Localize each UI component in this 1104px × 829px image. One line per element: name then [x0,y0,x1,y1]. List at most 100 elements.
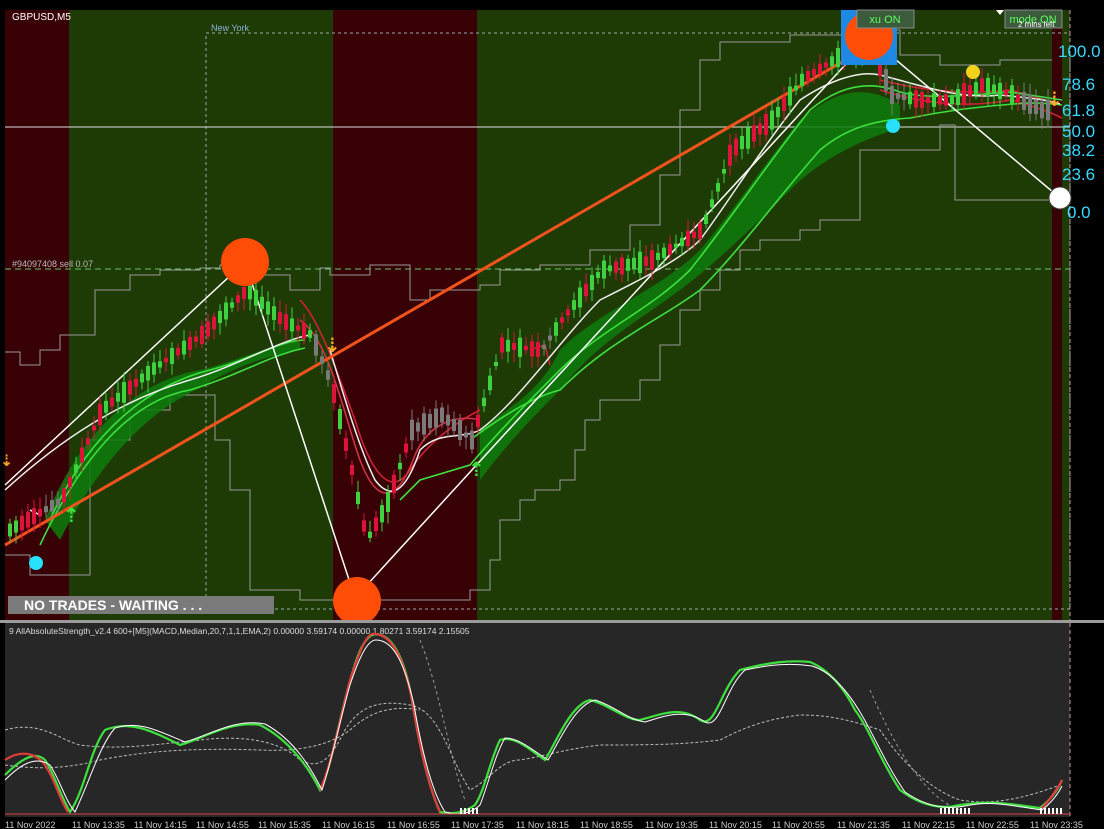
candle [386,492,390,512]
histogram-bar [1060,808,1062,814]
candle [614,261,618,273]
candle [884,69,888,91]
candle [554,322,558,336]
xu-button[interactable]: xu ON [856,9,915,29]
candle [410,419,414,441]
candle [296,325,300,331]
candle [374,517,378,532]
candle [308,330,312,338]
candle [698,223,702,240]
candle [26,511,30,528]
time-tick: 11 Nov 22:15 [902,820,955,829]
indicator-pane[interactable]: 9 AllAbsoluteStrength_v2.4 600+[M5](MACD… [4,623,1071,817]
candle [1010,85,1014,105]
candle [428,413,432,429]
histogram-bar [1040,808,1042,814]
histogram-bar [968,808,970,814]
candle [140,373,144,383]
time-tick: 11 Nov 20:15 [709,820,762,829]
candle [578,287,582,308]
candle [764,113,768,136]
candle [482,397,486,407]
candle [446,414,450,426]
time-tick: 11 Nov 22:55 [966,820,1019,829]
candle [188,336,192,350]
fib-level-label: 38.2 [1062,141,1095,160]
candle [524,345,528,351]
main-chart[interactable]: ⇣ ⇣ ⇣ ⇡ ⇡ GBPUSD,M5 New York #94097408 s… [0,9,1101,625]
candle [368,531,372,538]
candle [620,257,624,275]
session-label: New York [211,23,250,33]
signal-dot-icon [886,119,900,133]
candle [722,169,726,174]
candle [950,95,954,105]
candle [200,325,204,345]
candle [314,334,318,356]
arrow-up-icon: ⇡ [468,457,485,481]
fib-level-label: 100.0 [1058,42,1101,61]
candle [1004,90,1008,96]
candle [818,63,822,74]
candle [668,243,672,255]
candle [122,382,126,403]
candle [62,488,66,503]
candle [476,414,480,428]
candle [728,144,732,166]
candle [14,520,18,533]
candle [92,425,96,431]
candle [584,283,588,297]
candle [602,260,606,279]
signal-dot-icon [333,577,381,625]
histogram-bar [944,808,946,814]
candle [1040,101,1044,119]
candle [980,78,984,92]
candle [56,498,60,506]
candle [218,310,222,324]
time-tick: 11 Nov 20:55 [772,820,825,829]
candle [272,306,276,321]
candle [800,73,804,87]
candle [416,422,420,432]
candle [98,403,102,426]
candle [506,339,510,352]
candle [944,94,948,106]
fib-level-label: 50.0 [1062,122,1095,141]
candle [80,447,84,463]
candle [926,96,930,104]
candle [494,361,498,367]
candle [536,342,540,357]
candle [74,464,78,473]
candle [248,285,252,300]
candle [182,340,186,355]
candle [146,365,150,381]
candle [440,407,444,423]
candle [128,380,132,395]
candle [38,509,42,517]
candle [320,356,324,364]
candle [902,93,906,101]
candle [974,82,978,94]
candle [518,337,522,357]
time-tick: 11 Nov 2022 [5,820,55,829]
candle [734,138,738,156]
candle [8,523,12,537]
arrow-up-icon: ⇡ [63,503,80,527]
candle [158,361,162,368]
time-tick: 11 Nov 16:55 [387,820,440,829]
candle [770,110,774,130]
order-label: #94097408 sell 0.07 [12,259,93,269]
candle [1016,94,1020,102]
fib-level-label: 61.8 [1062,101,1095,120]
histogram-bar [956,808,958,814]
histogram-bar [464,808,466,814]
candle [458,420,462,440]
histogram-bar [1044,808,1046,814]
candle [230,302,234,308]
candle [110,397,114,407]
candle [956,89,960,105]
fib-level-label: 0.0 [1067,203,1091,222]
arrow-down-icon: ⇣ [324,333,341,357]
pane-separator[interactable] [0,620,1104,623]
fib-level-label: 23.6 [1062,165,1095,184]
